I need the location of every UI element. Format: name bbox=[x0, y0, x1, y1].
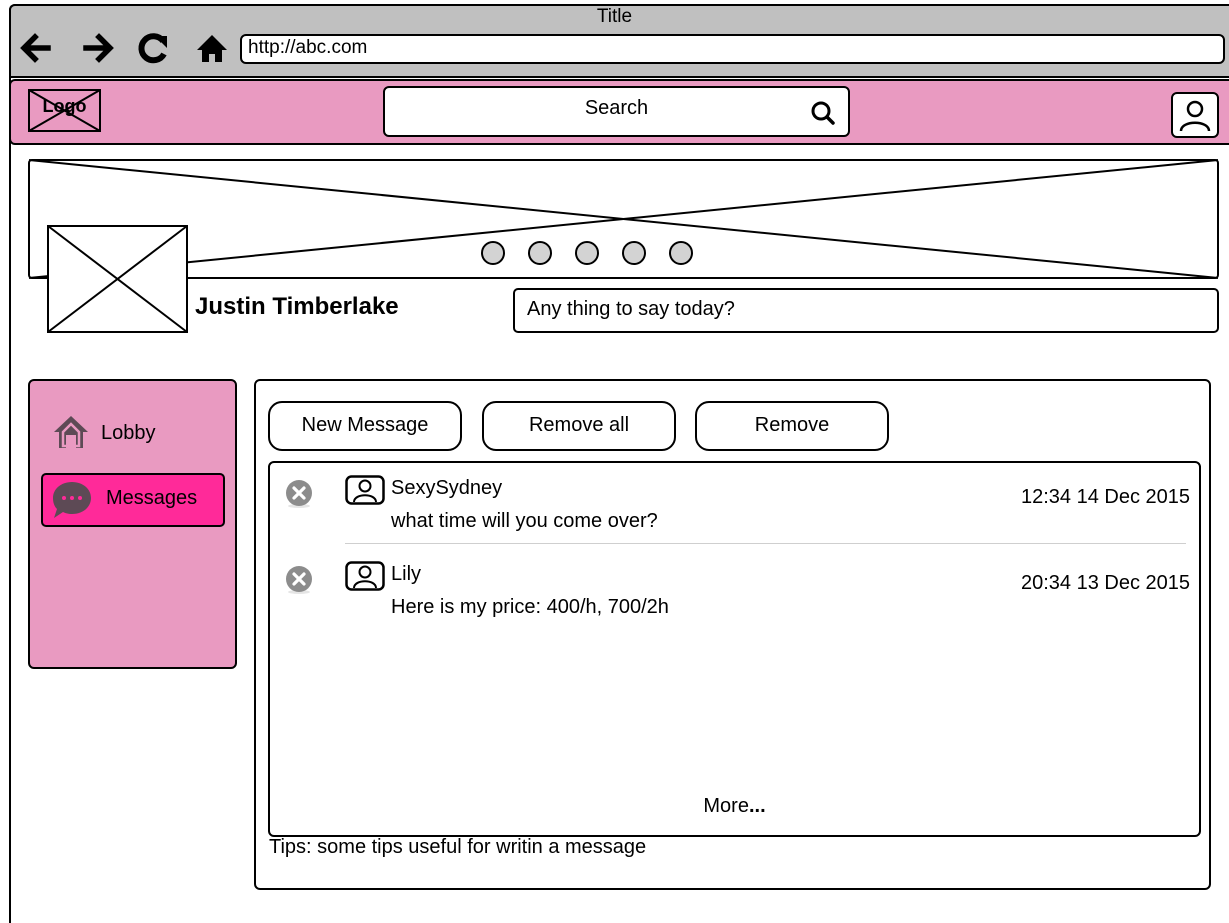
remove-button[interactable]: Remove bbox=[695, 401, 889, 451]
user-avatar-icon bbox=[345, 561, 385, 591]
user-avatar-icon bbox=[345, 475, 385, 505]
sidebar-item-lobby[interactable]: Lobby bbox=[50, 410, 230, 456]
user-icon bbox=[1179, 100, 1211, 132]
home-icon bbox=[54, 416, 88, 448]
back-arrow-icon[interactable] bbox=[18, 30, 54, 66]
more-link[interactable]: More... bbox=[268, 795, 1201, 818]
more-link-ellipsis: ... bbox=[748, 795, 766, 817]
message-text: Here is my price: 400/h, 700/2h bbox=[391, 596, 669, 618]
window-title: Title bbox=[596, 6, 633, 27]
list-item[interactable]: Lily Here is my price: 400/h, 700/2h 20:… bbox=[280, 556, 1195, 626]
status-input[interactable]: Any thing to say today? bbox=[513, 288, 1219, 333]
message-timestamp: 20:34 13 Dec 2015 bbox=[1020, 572, 1190, 594]
search-icon[interactable] bbox=[810, 100, 836, 126]
reload-icon[interactable] bbox=[135, 30, 171, 66]
sidebar-item-label: Messages bbox=[106, 487, 198, 509]
cover-image-placeholder bbox=[28, 159, 1219, 279]
logo-text: Logo bbox=[42, 96, 87, 116]
more-link-label: More bbox=[703, 795, 749, 817]
carousel-dot[interactable] bbox=[669, 241, 693, 265]
home-icon[interactable] bbox=[194, 30, 230, 66]
profile-name: Justin Timberlake bbox=[195, 293, 399, 320]
carousel-dot[interactable] bbox=[528, 241, 552, 265]
forward-arrow-icon[interactable] bbox=[80, 30, 116, 66]
new-message-button[interactable]: New Message bbox=[268, 401, 462, 451]
delete-icon[interactable] bbox=[284, 479, 314, 509]
sidebar-item-label: Lobby bbox=[101, 422, 156, 444]
chat-bubble-icon bbox=[53, 482, 91, 518]
sidebar-item-messages[interactable]: Messages bbox=[41, 473, 225, 527]
tips-text: Tips: some tips useful for writin a mess… bbox=[269, 836, 647, 858]
message-sender: Lily bbox=[391, 563, 422, 585]
remove-all-button[interactable]: Remove all bbox=[482, 401, 676, 451]
address-bar[interactable]: http://abc.com bbox=[240, 34, 1225, 64]
carousel-dot[interactable] bbox=[481, 241, 505, 265]
message-text: what time will you come over? bbox=[391, 510, 658, 532]
carousel-dot[interactable] bbox=[575, 241, 599, 265]
carousel-dot[interactable] bbox=[622, 241, 646, 265]
search-placeholder: Search bbox=[584, 97, 649, 119]
message-timestamp: 12:34 14 Dec 2015 bbox=[1020, 486, 1190, 508]
divider bbox=[345, 543, 1186, 544]
delete-icon[interactable] bbox=[284, 565, 314, 595]
message-sender: SexySydney bbox=[391, 477, 503, 499]
profile-avatar-image bbox=[47, 225, 188, 333]
list-item[interactable]: SexySydney what time will you come over?… bbox=[280, 470, 1195, 540]
user-account-button[interactable] bbox=[1171, 92, 1219, 138]
